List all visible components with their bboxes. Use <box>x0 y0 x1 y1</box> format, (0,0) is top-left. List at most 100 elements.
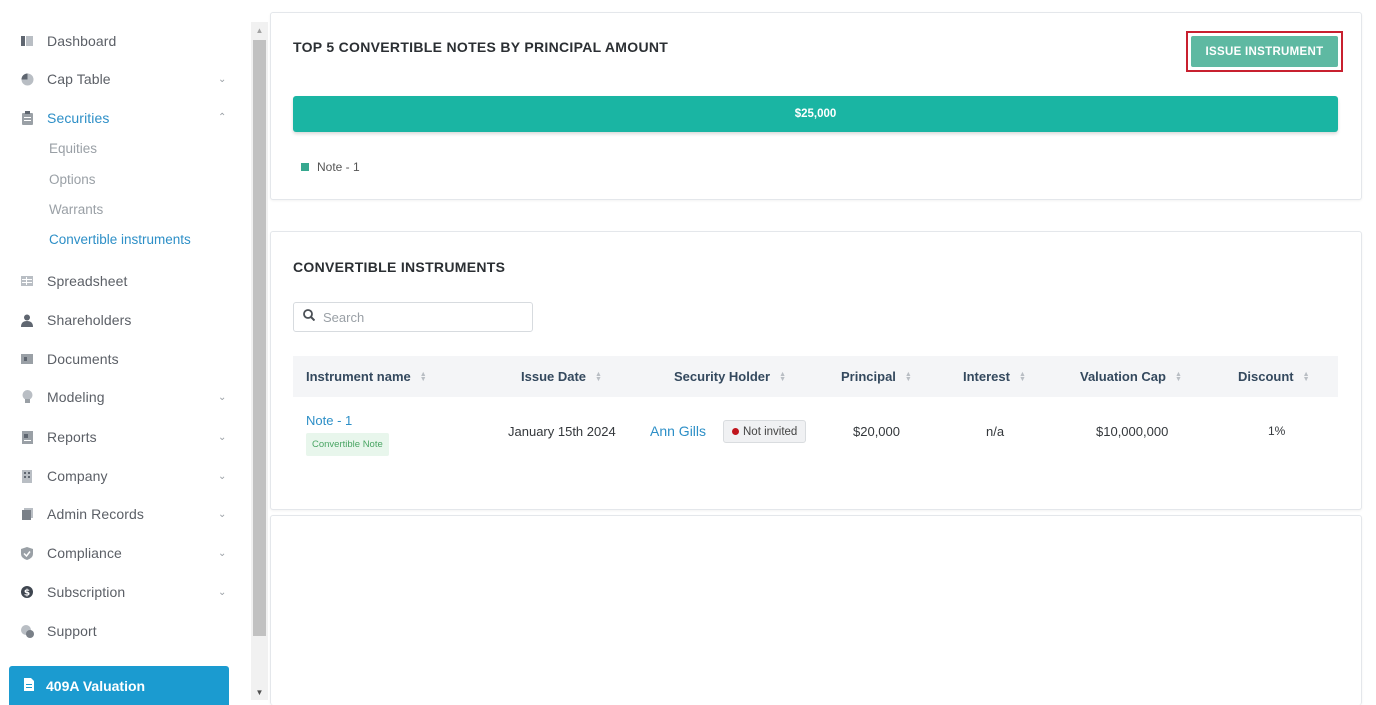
lightbulb-icon <box>20 390 34 404</box>
instruments-card-title: CONVERTIBLE INSTRUMENTS <box>293 259 506 275</box>
holder-status-badge: Not invited <box>723 420 807 443</box>
chevron-down-icon: ⌄ <box>218 547 227 559</box>
reports-icon <box>20 430 34 444</box>
records-icon <box>20 507 34 521</box>
sidebar-item-label: Cap Table <box>47 71 111 87</box>
sidebar-subitem-equities[interactable]: Equities <box>49 141 97 156</box>
chart-bar-data-label: $25,000 <box>794 108 837 120</box>
sidebar-item-label: Company <box>47 468 108 484</box>
principal-cell: $20,000 <box>853 424 900 439</box>
sidebar-scrollbar[interactable]: ▲ ▼ <box>251 22 268 700</box>
sidebar-item-modeling[interactable]: Modeling ⌄ <box>0 383 240 411</box>
app-root: Dashboard Cap Table ⌄ Securities ⌃ Equit… <box>0 0 1376 705</box>
building-icon <box>20 469 34 483</box>
column-header-interest[interactable]: Interest ▲ ▼ <box>963 356 1026 397</box>
sidebar-subitem-convertible-instruments[interactable]: Convertible instruments <box>49 232 191 247</box>
sidebar-item-label: Reports <box>47 429 97 445</box>
person-icon <box>20 313 34 327</box>
document-icon <box>24 678 34 696</box>
sidebar-item-company[interactable]: Company ⌄ <box>0 462 240 490</box>
sidebar-item-dashboard[interactable]: Dashboard <box>0 27 240 55</box>
scroll-up-arrow-icon[interactable]: ▲ <box>251 22 268 38</box>
sidebar-item-reports[interactable]: Reports ⌄ <box>0 423 240 451</box>
sidebar-item-label: Modeling <box>47 389 105 405</box>
column-header-label: Discount <box>1238 369 1294 384</box>
sidebar-item-documents[interactable]: Documents <box>0 345 240 373</box>
column-header-label: Interest <box>963 369 1010 384</box>
svg-text:$: $ <box>24 589 30 599</box>
chevron-down-icon: ⌄ <box>218 470 227 482</box>
holder-status-label: Not invited <box>743 425 798 438</box>
sidebar-item-spreadsheet[interactable]: Spreadsheet <box>0 267 240 295</box>
sort-icon: ▲ ▼ <box>779 370 787 383</box>
chevron-down-icon: ⌄ <box>218 508 227 520</box>
column-header-label: Valuation Cap <box>1080 369 1166 384</box>
sidebar: Dashboard Cap Table ⌄ Securities ⌃ Equit… <box>0 0 250 705</box>
chart-bar-note-1[interactable]: $25,000 <box>293 96 1338 132</box>
column-header-discount[interactable]: Discount ▲ ▼ <box>1238 356 1310 397</box>
column-header-instrument-name[interactable]: Instrument name ▲ ▼ <box>306 356 427 397</box>
issue-date-cell: January 15th 2024 <box>508 424 616 439</box>
column-header-issue-date[interactable]: Issue Date ▲ ▼ <box>521 356 602 397</box>
instrument-type-badge: Convertible Note <box>306 433 389 456</box>
shield-icon <box>20 546 34 560</box>
discount-cell: 1% <box>1268 424 1286 438</box>
sidebar-item-label: Shareholders <box>47 312 132 328</box>
dashboard-icon <box>20 34 34 48</box>
spreadsheet-icon <box>20 274 34 288</box>
column-header-label: Instrument name <box>306 369 411 384</box>
scrollbar-thumb[interactable] <box>253 40 266 636</box>
chart-card-title: TOP 5 CONVERTIBLE NOTES BY PRINCIPAL AMO… <box>293 39 669 55</box>
chevron-up-icon: ⌃ <box>218 112 227 123</box>
search-icon <box>303 308 316 326</box>
column-header-label: Issue Date <box>521 369 587 384</box>
security-holder-link[interactable]: Ann Gills <box>650 423 706 439</box>
support-icon <box>20 624 34 638</box>
sidebar-item-label: Dashboard <box>47 33 117 49</box>
chart-legend: Note - 1 <box>301 160 360 174</box>
empty-panel <box>270 515 1362 705</box>
sidebar-subitem-warrants[interactable]: Warrants <box>49 202 103 217</box>
column-header-label: Principal <box>841 369 896 384</box>
scroll-down-arrow-icon[interactable]: ▼ <box>251 684 268 700</box>
sidebar-item-label: Spreadsheet <box>47 273 128 289</box>
sort-icon: ▲ ▼ <box>1018 370 1026 383</box>
column-header-principal[interactable]: Principal ▲ ▼ <box>841 356 912 397</box>
issue-button-highlight: ISSUE INSTRUMENT <box>1186 31 1343 72</box>
sidebar-item-label: Subscription <box>47 584 126 600</box>
folder-icon <box>20 352 34 366</box>
sidebar-item-label: Compliance <box>47 545 122 561</box>
sort-icon: ▲ ▼ <box>904 370 912 383</box>
chevron-down-icon: ⌄ <box>218 586 227 598</box>
valuation-cap-cell: $10,000,000 <box>1096 424 1169 439</box>
sidebar-item-admin-records[interactable]: Admin Records ⌄ <box>0 500 240 528</box>
instrument-name-link[interactable]: Note - 1 <box>306 413 352 428</box>
sort-icon: ▲ ▼ <box>595 370 602 383</box>
sidebar-item-label: Admin Records <box>47 506 145 522</box>
legend-swatch <box>301 163 309 171</box>
sidebar-item-shareholders[interactable]: Shareholders <box>0 306 240 334</box>
sidebar-item-label: Support <box>47 623 97 639</box>
column-header-valuation-cap[interactable]: Valuation Cap ▲ ▼ <box>1080 356 1182 397</box>
sidebar-item-label: Documents <box>47 351 119 367</box>
column-header-security-holder[interactable]: Security Holder ▲ ▼ <box>674 356 786 397</box>
issue-instrument-button[interactable]: ISSUE INSTRUMENT <box>1191 36 1338 67</box>
409a-valuation-button[interactable]: 409A Valuation <box>9 666 229 705</box>
sidebar-item-compliance[interactable]: Compliance ⌄ <box>0 539 240 567</box>
sidebar-subitem-options[interactable]: Options <box>49 172 96 187</box>
sidebar-item-support[interactable]: Support <box>0 617 240 645</box>
search-box[interactable]: Search <box>293 302 533 332</box>
sort-icon: ▲ ▼ <box>1174 370 1182 383</box>
status-dot-icon <box>732 428 739 435</box>
column-header-label: Security Holder <box>674 369 771 384</box>
sidebar-item-subscription[interactable]: $ Subscription ⌄ <box>0 578 240 606</box>
search-input[interactable]: Search <box>323 310 364 325</box>
sidebar-item-securities[interactable]: Securities ⌃ <box>0 104 240 132</box>
sidebar-item-cap-table[interactable]: Cap Table ⌄ <box>0 65 240 93</box>
chevron-down-icon: ⌄ <box>218 391 227 403</box>
top-notes-card: TOP 5 CONVERTIBLE NOTES BY PRINCIPAL AMO… <box>270 12 1362 200</box>
table-header: Instrument name ▲ ▼ Issue Date ▲ ▼ Securit… <box>293 356 1338 397</box>
valuation-label: 409A Valuation <box>46 677 146 694</box>
clipboard-icon <box>20 111 34 125</box>
sort-icon: ▲ ▼ <box>1302 370 1310 383</box>
